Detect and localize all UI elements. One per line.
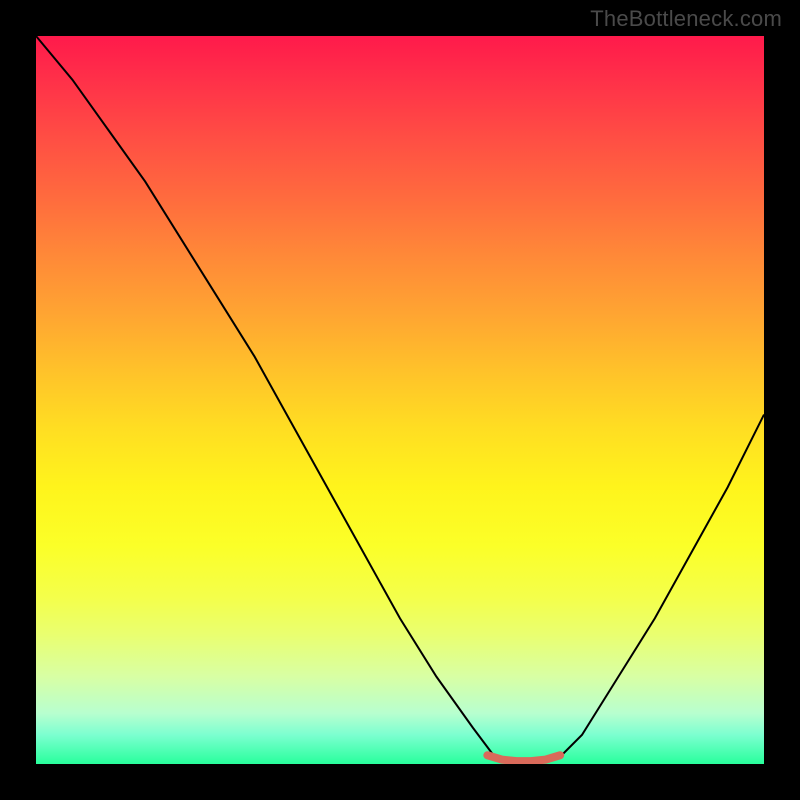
chart-frame: TheBottleneck.com <box>0 0 800 800</box>
plot-area <box>36 36 764 764</box>
chart-svg <box>36 36 764 764</box>
optimal-range-highlight <box>487 755 560 761</box>
watermark-text: TheBottleneck.com <box>590 6 782 32</box>
bottleneck-curve <box>36 36 764 764</box>
